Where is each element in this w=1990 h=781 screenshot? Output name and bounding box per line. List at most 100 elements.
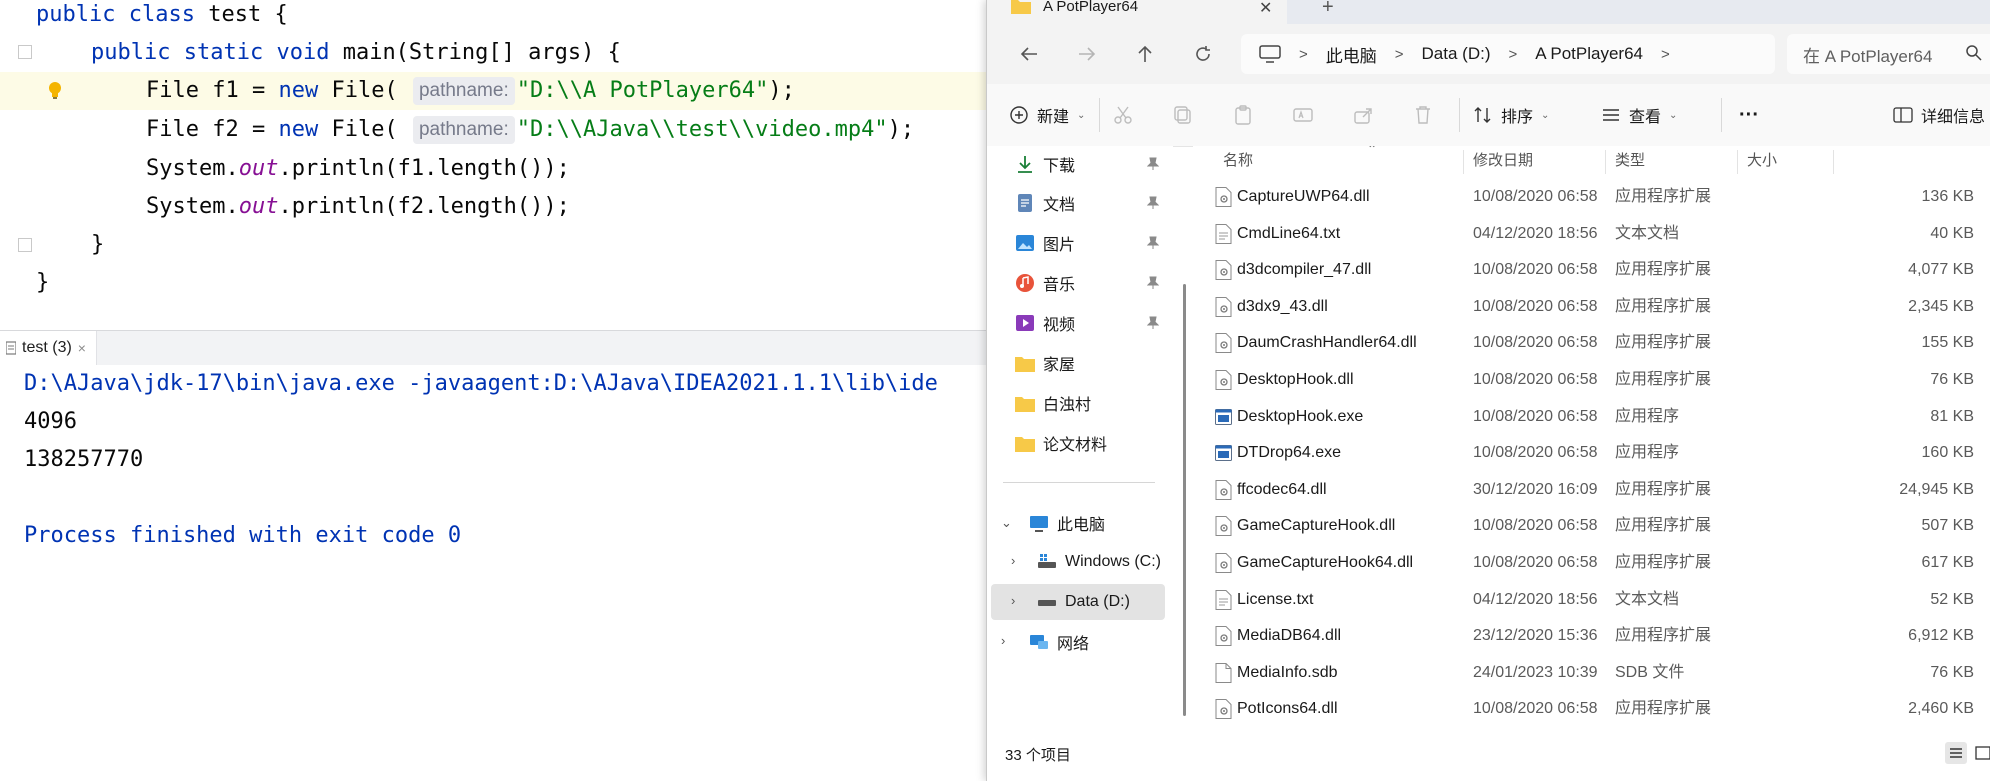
sidebar-item-folder[interactable]: 论文材料 xyxy=(991,425,1165,461)
code-line: System.out.println(f1.length()); xyxy=(0,150,990,188)
column-header-date[interactable]: 修改日期 xyxy=(1473,146,1533,176)
file-row[interactable]: DesktopHook.exe 10/08/2020 06:58 应用程序 81 KB xyxy=(1193,398,1990,435)
lightbulb-icon[interactable] xyxy=(44,79,66,101)
column-divider[interactable] xyxy=(1737,150,1738,174)
sidebar-item-music[interactable]: 音乐 xyxy=(991,265,1165,301)
file-row[interactable]: GameCaptureHook.dll 10/08/2020 06:58 应用程序扩… xyxy=(1193,507,1990,544)
pin-icon[interactable] xyxy=(1147,157,1159,171)
copy-icon[interactable] xyxy=(1171,103,1195,127)
folder-icon xyxy=(1015,397,1035,412)
file-date: 10/08/2020 06:58 xyxy=(1473,517,1598,535)
keyword: class xyxy=(128,2,195,27)
column-header-size[interactable]: 大小 xyxy=(1747,146,1777,176)
file-size: 76 KB xyxy=(1930,371,1974,388)
back-button[interactable] xyxy=(1017,42,1041,66)
file-size: 52 KB xyxy=(1930,590,1974,608)
dll-file-icon xyxy=(1215,479,1232,500)
up-button[interactable] xyxy=(1133,42,1157,66)
address-bar[interactable]: > 此电脑 > Data (D:) > A PotPlayer64 > xyxy=(1241,34,1775,74)
close-icon[interactable]: × xyxy=(78,340,86,356)
delete-icon[interactable] xyxy=(1411,103,1435,127)
search-box[interactable]: 在 A PotPlayer64 xyxy=(1787,34,1990,74)
file-name: CmdLine64.txt xyxy=(1237,224,1341,242)
sidebar-item-pictures[interactable]: 图片 xyxy=(991,225,1165,261)
video-icon xyxy=(1016,315,1034,331)
file-type: 文本文档 xyxy=(1615,590,1680,608)
breadcrumb-item[interactable]: A PotPlayer64 xyxy=(1535,44,1643,64)
rename-icon[interactable] xyxy=(1291,103,1315,127)
new-button[interactable]: 新建 ⌄ xyxy=(1009,84,1085,146)
close-icon[interactable]: ✕ xyxy=(1259,0,1272,18)
sidebar-scrollbar[interactable] xyxy=(1183,284,1186,716)
file-row[interactable]: d3dx9_43.dll 10/08/2020 06:58 应用程序扩展 2,345 … xyxy=(1193,288,1990,325)
pin-icon[interactable] xyxy=(1147,236,1159,250)
sidebar-item-videos[interactable]: 视频 xyxy=(991,305,1165,341)
file-row[interactable]: d3dcompiler_47.dll 10/08/2020 06:58 应用程序扩展… xyxy=(1193,251,1990,288)
file-row[interactable]: DTDrop64.exe 10/08/2020 06:58 应用程序 160 KB xyxy=(1193,434,1990,471)
view-button[interactable]: 查看 ⌄ xyxy=(1601,84,1677,146)
column-header-name[interactable]: 名称 xyxy=(1223,146,1253,176)
file-row[interactable]: ffcodec64.dll 30/12/2020 16:09 应用程序扩展 24,94… xyxy=(1193,471,1990,508)
details-view-icon[interactable] xyxy=(1945,742,1967,764)
keyword: new xyxy=(278,117,319,142)
file-row[interactable]: MediaInfo.sdb 24/01/2023 10:39 SDB 文件 76 KB xyxy=(1193,654,1990,691)
chevron-right-icon[interactable]: > xyxy=(1299,46,1308,63)
file-size: 136 KB xyxy=(1921,188,1974,205)
monitor-icon xyxy=(1030,516,1048,532)
file-row[interactable]: DaumCrashHandler64.dll 10/08/2020 06:58 应用… xyxy=(1193,324,1990,361)
file-row[interactable]: MediaDB64.dll 23/12/2020 15:36 应用程序扩展 6,912… xyxy=(1193,617,1990,654)
code-editor[interactable]: public class test { public static void m… xyxy=(0,0,990,330)
file-row[interactable]: License.txt 04/12/2020 18:56 文本文档 52 KB xyxy=(1193,581,1990,618)
sidebar-item-folder[interactable]: 家屋 xyxy=(991,345,1165,381)
file-row[interactable]: CaptureUWP64.dll 10/08/2020 06:58 应用程序扩展 13… xyxy=(1193,178,1990,215)
run-tab[interactable]: test (3) × xyxy=(0,331,97,365)
dll-file-icon xyxy=(1215,187,1232,207)
file-date: 10/08/2020 06:58 xyxy=(1473,407,1598,425)
code-line: System.out.println(f2.length()); xyxy=(0,188,990,226)
pin-icon[interactable] xyxy=(1147,196,1159,210)
sidebar-item-network[interactable]: › 网络 xyxy=(991,624,1165,660)
chevron-right-icon[interactable]: › xyxy=(1011,593,1015,608)
new-tab-button[interactable]: + xyxy=(1322,0,1334,19)
file-size: 4,077 KB xyxy=(1908,261,1974,279)
sort-button[interactable]: 排序 ⌄ xyxy=(1473,84,1549,146)
pin-icon[interactable] xyxy=(1147,316,1159,330)
file-row[interactable]: CmdLine64.txt 04/12/2020 18:56 文本文档 40 KB xyxy=(1193,215,1990,252)
sidebar-item-folder[interactable]: 白浊村 xyxy=(991,385,1165,421)
refresh-button[interactable] xyxy=(1191,42,1215,66)
file-row[interactable]: GameCaptureHook64.dll 10/08/2020 06:58 应用程… xyxy=(1193,544,1990,581)
chevron-right-icon[interactable]: > xyxy=(1395,46,1404,63)
file-row[interactable]: DesktopHook.dll 10/08/2020 06:58 应用程序扩展 76 … xyxy=(1193,361,1990,398)
share-icon[interactable] xyxy=(1351,103,1375,127)
column-divider[interactable] xyxy=(1463,150,1464,174)
file-date: 10/08/2020 06:58 xyxy=(1473,554,1598,571)
sidebar-item-drive-c[interactable]: › Windows (C:) xyxy=(991,544,1165,580)
details-pane-button[interactable]: 详细信息 xyxy=(1893,84,1985,146)
sidebar-item-documents[interactable]: 文档 xyxy=(991,185,1165,221)
chevron-right-icon[interactable]: › xyxy=(1001,633,1005,648)
tiles-view-icon[interactable] xyxy=(1973,742,1990,764)
chevron-right-icon[interactable]: > xyxy=(1509,46,1518,63)
column-divider[interactable] xyxy=(1833,150,1834,174)
column-header-type[interactable]: 类型 xyxy=(1615,146,1645,176)
console-output[interactable]: D:\AJava\jdk-17\bin\java.exe -javaagent:… xyxy=(0,365,990,781)
paste-icon[interactable] xyxy=(1231,103,1255,127)
dll-file-icon xyxy=(1215,626,1232,647)
forward-button[interactable] xyxy=(1075,42,1099,66)
chevron-right-icon[interactable]: > xyxy=(1661,46,1670,63)
cut-icon[interactable] xyxy=(1111,103,1135,127)
column-divider[interactable] xyxy=(1605,150,1606,174)
chevron-right-icon[interactable]: › xyxy=(1011,553,1015,568)
breadcrumb-item[interactable]: Data (D:) xyxy=(1422,44,1491,64)
more-options-button[interactable]: ··· xyxy=(1739,84,1759,146)
sidebar-item-drive-d[interactable]: › Data (D:) xyxy=(991,584,1165,620)
file-row[interactable]: PotIcons64.dll 10/08/2020 06:58 应用程序扩展 2,46… xyxy=(1193,690,1990,727)
chevron-down-icon[interactable]: ⌄ xyxy=(1001,515,1012,531)
file-name: d3dcompiler_47.dll xyxy=(1237,261,1372,279)
explorer-tab[interactable]: A PotPlayer64 ✕ xyxy=(987,0,1287,24)
dll-file-icon xyxy=(1215,370,1232,390)
pin-icon[interactable] xyxy=(1147,276,1159,290)
breadcrumb-item[interactable]: 此电脑 xyxy=(1326,42,1377,67)
sidebar-item-downloads[interactable]: 下载 xyxy=(991,146,1165,182)
sidebar-item-this-pc[interactable]: ⌄ 此电脑 xyxy=(991,505,1165,541)
